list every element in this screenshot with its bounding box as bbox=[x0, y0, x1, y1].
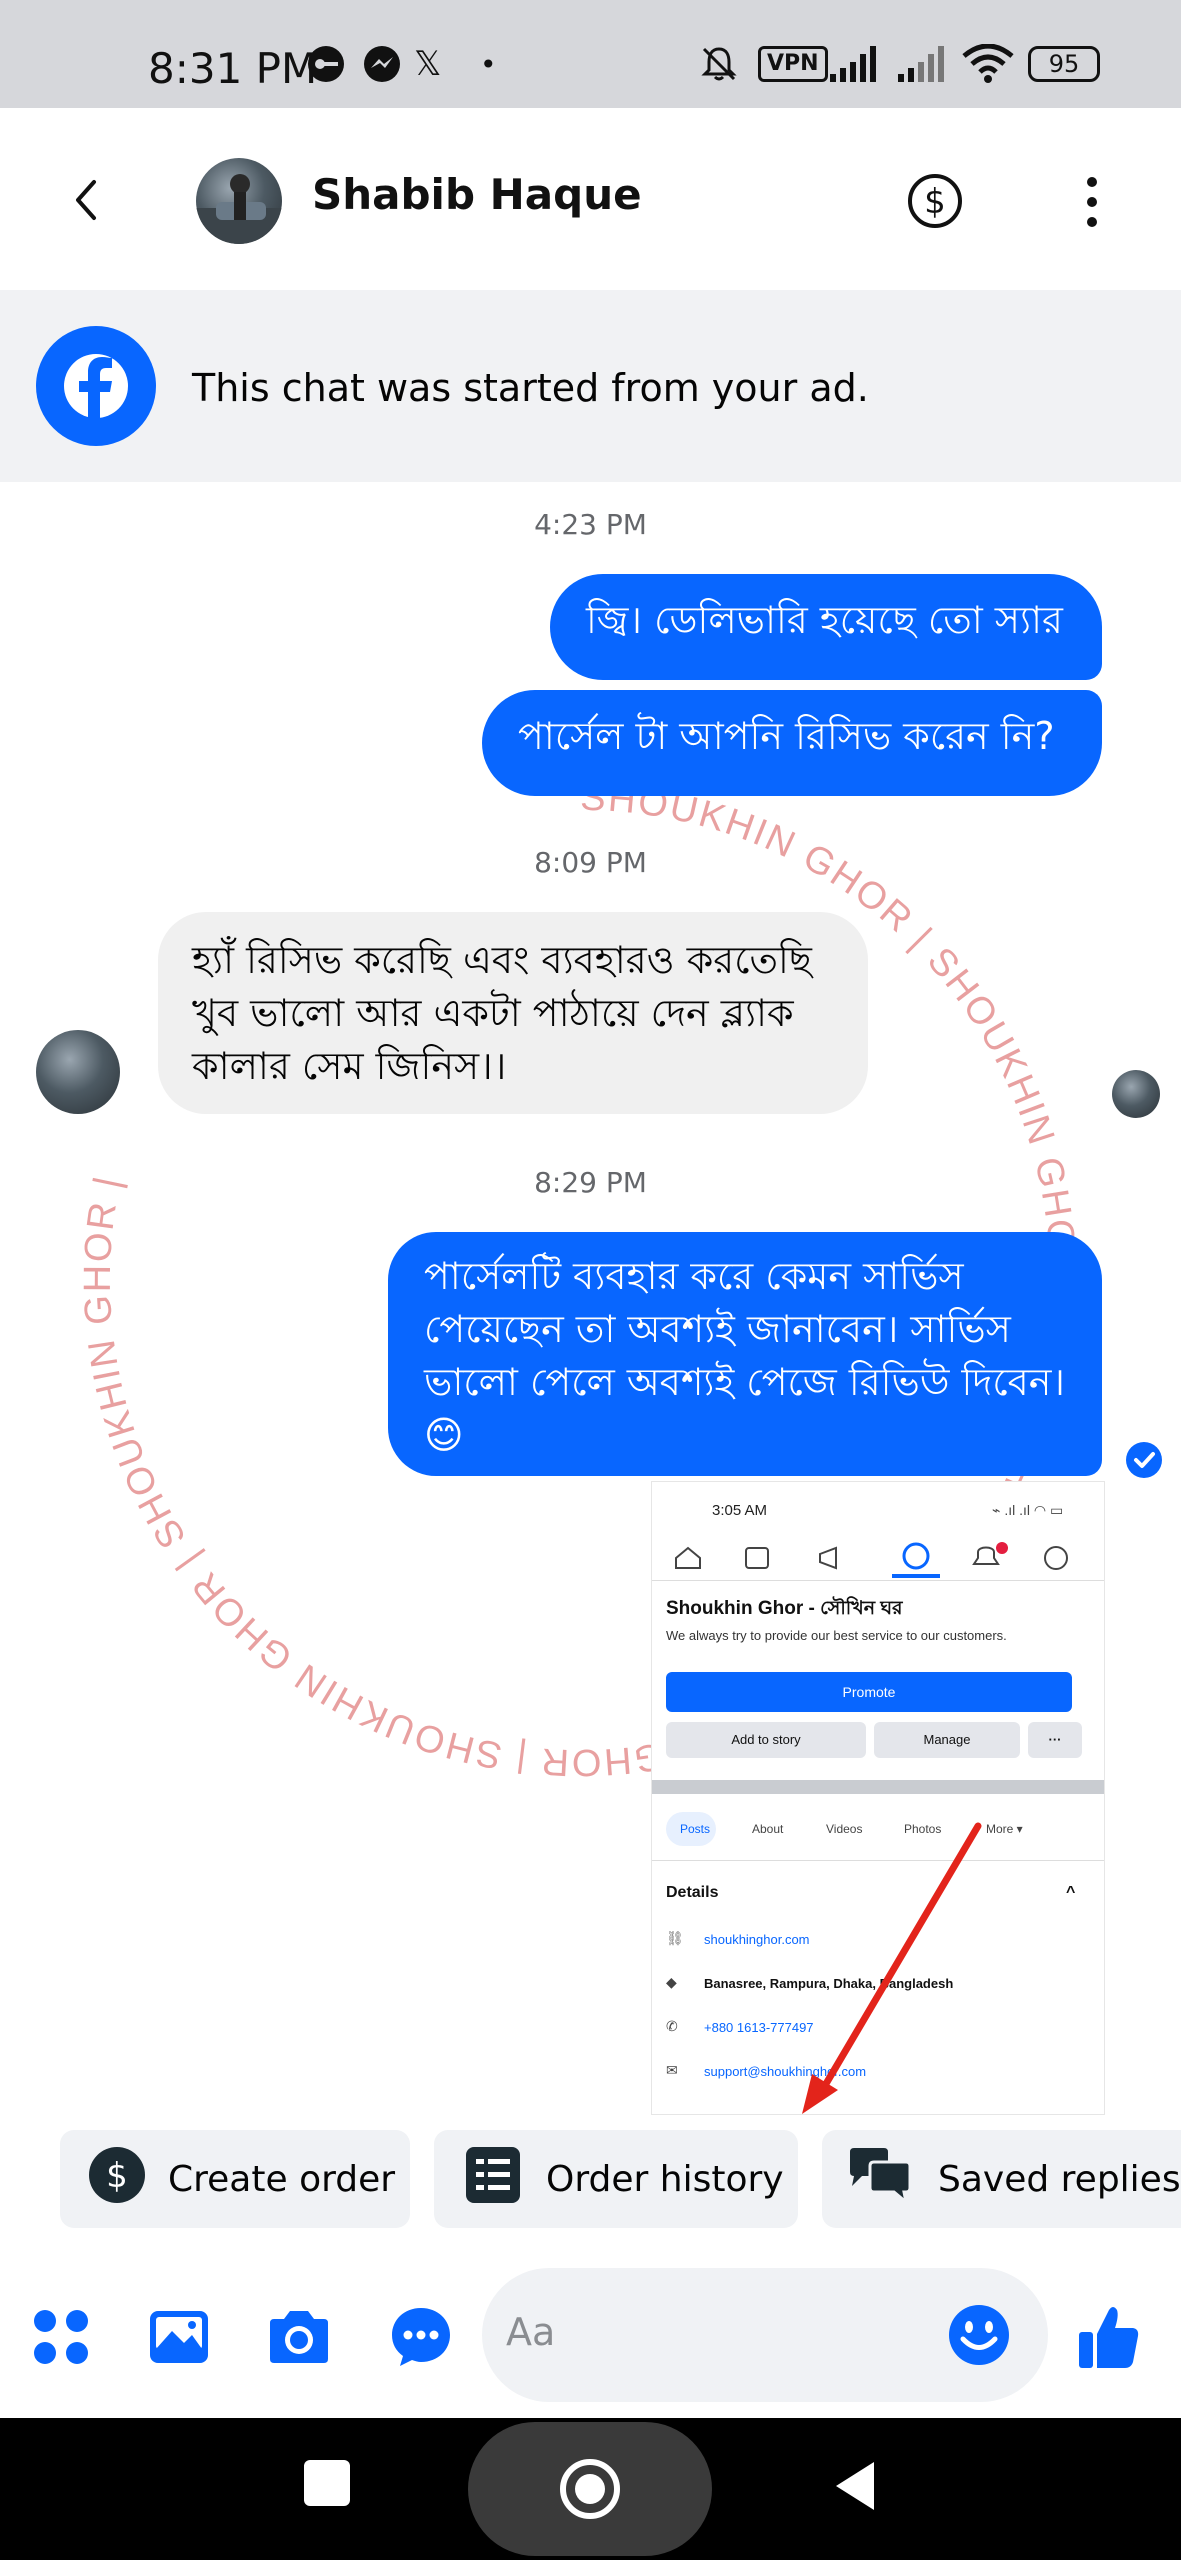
back-chevron-icon[interactable] bbox=[62, 170, 112, 230]
outgoing-message[interactable]: জ্বি। ডেলিভারি হয়েছে তো স্যার bbox=[550, 574, 1102, 680]
signal-2-icon bbox=[896, 44, 956, 84]
avatar[interactable] bbox=[196, 158, 282, 244]
saved-replies-label: Saved replies bbox=[938, 2158, 1181, 2200]
gallery-icon[interactable] bbox=[144, 2302, 214, 2372]
dot-icon: • bbox=[480, 47, 497, 81]
contact-name[interactable]: Shabib Haque bbox=[312, 170, 642, 219]
emoji-icon[interactable] bbox=[948, 2304, 1010, 2366]
vpn-icon: VPN bbox=[758, 44, 828, 84]
dollar-circle-icon[interactable]: $ bbox=[906, 172, 964, 230]
signal-icon bbox=[828, 44, 888, 84]
sender-avatar[interactable] bbox=[36, 1030, 120, 1114]
key-icon bbox=[306, 44, 346, 84]
recents-button[interactable] bbox=[304, 2460, 350, 2506]
chat-bubbles-icon bbox=[848, 2146, 912, 2213]
chat-more-icon[interactable] bbox=[386, 2302, 456, 2372]
x-logo-icon: 𝕏 bbox=[414, 44, 442, 84]
incoming-message[interactable]: হ্যাঁ রিসিভ করেছি এবং ব্যবহারও করতেছি খু… bbox=[158, 912, 868, 1114]
apps-grid-icon[interactable] bbox=[26, 2302, 96, 2372]
svg-text:$: $ bbox=[106, 2156, 128, 2196]
battery-icon: 95 bbox=[1028, 44, 1100, 84]
messenger-icon bbox=[362, 44, 402, 84]
home-circle-icon bbox=[560, 2459, 620, 2519]
message-input-placeholder: Aa bbox=[506, 2310, 556, 2354]
status-bar: 8:31 PM 𝕏 • VPN 95 bbox=[0, 0, 1181, 108]
order-history-chip[interactable]: Order history bbox=[434, 2130, 798, 2228]
receipt-icon bbox=[466, 2146, 520, 2212]
facebook-icon bbox=[36, 326, 156, 446]
more-vert-icon[interactable] bbox=[1072, 172, 1112, 232]
ad-banner-text: This chat was started from your ad. bbox=[192, 366, 869, 410]
shared-screenshot[interactable]: 3:05 AM ⌁ .ıl .ıl ◠ ▭ Shoukhin Ghor - সৌ… bbox=[652, 1482, 1104, 2114]
camera-icon[interactable] bbox=[264, 2302, 334, 2372]
status-time: 8:31 PM bbox=[148, 44, 318, 93]
timestamp: 4:23 PM bbox=[534, 508, 647, 541]
bell-muted-icon bbox=[698, 44, 740, 84]
message-input[interactable]: Aa bbox=[482, 2268, 1048, 2402]
seen-avatar bbox=[1112, 1070, 1160, 1118]
home-pill[interactable] bbox=[468, 2422, 712, 2556]
wifi-icon bbox=[962, 44, 1014, 84]
saved-replies-chip[interactable]: Saved replies bbox=[822, 2130, 1181, 2228]
red-arrow-annotation bbox=[802, 1822, 982, 2114]
timestamp: 8:09 PM bbox=[534, 846, 647, 879]
dollar-icon: $ bbox=[88, 2146, 146, 2213]
outgoing-message[interactable]: পার্সেলটি ব্যবহার করে কেমন সার্ভিস পেয়ে… bbox=[388, 1232, 1102, 1476]
back-triangle-icon[interactable] bbox=[830, 2458, 880, 2514]
svg-text:$: $ bbox=[924, 182, 946, 222]
create-order-chip[interactable]: $ Create order bbox=[60, 2130, 410, 2228]
order-history-label: Order history bbox=[546, 2158, 784, 2200]
delivered-check-icon bbox=[1126, 1442, 1162, 1478]
system-nav-bar bbox=[0, 2418, 1181, 2560]
like-thumb-icon[interactable] bbox=[1074, 2302, 1144, 2372]
create-order-label: Create order bbox=[168, 2158, 396, 2200]
outgoing-message[interactable]: পার্সেল টা আপনি রিসিভ করেন নি? bbox=[482, 690, 1102, 796]
timestamp: 8:29 PM bbox=[534, 1166, 647, 1199]
